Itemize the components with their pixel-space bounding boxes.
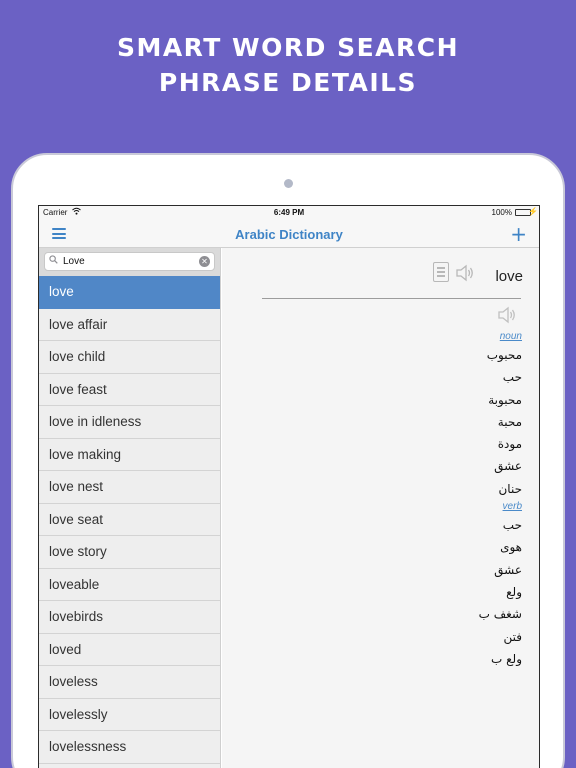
- translation-item: محبة: [497, 414, 522, 429]
- search-icon: [49, 255, 58, 267]
- search-box: ✕: [44, 252, 215, 271]
- list-item[interactable]: love in idleness: [39, 406, 220, 439]
- list-item[interactable]: love nest: [39, 471, 220, 504]
- search-input[interactable]: [63, 254, 193, 269]
- translation-item: حنان: [498, 481, 522, 496]
- translation-item: مودة: [497, 437, 522, 452]
- detail-panel: love noun محبوب حب محبوبة محبة مودة عشق حنان ver…: [222, 248, 539, 768]
- translation-item: عشق: [494, 562, 522, 577]
- translation-item: محبوب: [486, 348, 522, 362]
- word-list: love love affair love child love feast love …: [39, 276, 220, 764]
- speaker-icon[interactable]: [497, 306, 517, 329]
- nav-bar: Arabic Dictionary +: [39, 220, 539, 248]
- status-bar: Carrier 6:49 PM 100% ⚡: [39, 206, 539, 220]
- headline-line-2: PHRASE DETAILS: [158, 68, 418, 97]
- translation-item: ولع: [506, 584, 522, 599]
- translation-item: شغف ب: [478, 607, 522, 622]
- headline-line-1: SMART WORD SEARCH: [116, 33, 460, 62]
- clear-icon[interactable]: ✕: [199, 256, 210, 267]
- list-item[interactable]: love: [39, 276, 220, 309]
- detail-header: love: [423, 262, 523, 286]
- list-item[interactable]: love child: [39, 341, 220, 374]
- translation-item: فتن: [503, 629, 523, 644]
- translation-item: محبوبة: [488, 392, 522, 407]
- translation-item: ولع ب: [491, 651, 522, 666]
- list-item[interactable]: love story: [39, 536, 220, 569]
- camera-icon: [284, 179, 293, 188]
- plus-icon[interactable]: +: [510, 222, 527, 246]
- headword: love: [495, 268, 523, 285]
- battery-percent: 100%: [491, 208, 512, 217]
- part-of-speech-link[interactable]: verb: [479, 500, 522, 514]
- speaker-icon[interactable]: [455, 264, 475, 286]
- list-item[interactable]: loveless: [39, 666, 220, 699]
- header-divider: [262, 298, 521, 299]
- translation-item: هوى: [500, 540, 522, 555]
- part-of-speech-link[interactable]: noun: [479, 330, 522, 344]
- translation-item: حب: [502, 370, 522, 385]
- search-bar: ✕: [39, 248, 220, 276]
- list-item[interactable]: love seat: [39, 503, 220, 536]
- list-item[interactable]: loveable: [39, 568, 220, 601]
- status-time: 6:49 PM: [273, 208, 305, 217]
- page-title: Arabic Dictionary: [235, 227, 343, 242]
- translation-item: حب: [502, 518, 522, 533]
- charging-icon: ⚡: [528, 207, 538, 216]
- list-item[interactable]: love affair: [39, 308, 220, 341]
- list-item[interactable]: lovelessness: [39, 731, 220, 764]
- app-screen: Carrier 6:49 PM 100% ⚡ Arabic Dictionary…: [38, 205, 540, 768]
- translation-item: عشق: [494, 459, 522, 474]
- translations: noun محبوب حب محبوبة محبة مودة عشق حنان verb حب هو…: [479, 330, 522, 670]
- list-item[interactable]: lovelessly: [39, 698, 220, 731]
- list-item[interactable]: loved: [39, 633, 220, 666]
- word-list-panel: ✕ lovelove affairlove childlove feastlov…: [39, 248, 221, 768]
- list-item[interactable]: love making: [39, 438, 220, 471]
- list-item[interactable]: love feast: [39, 373, 220, 406]
- document-icon[interactable]: [433, 262, 449, 282]
- list-item[interactable]: lovebirds: [39, 601, 220, 634]
